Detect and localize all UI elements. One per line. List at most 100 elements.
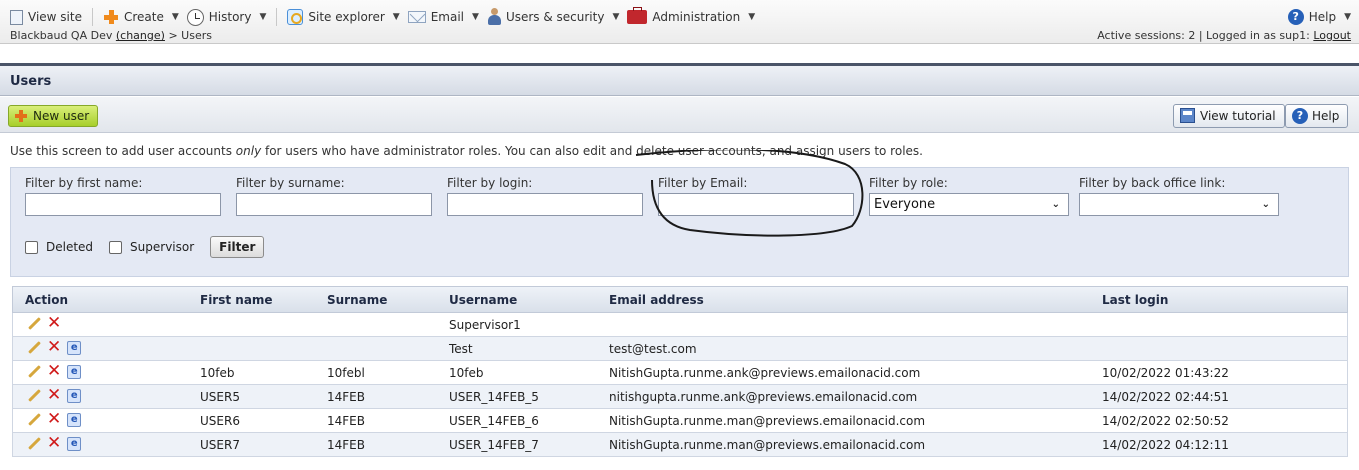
pencil-icon[interactable]: [27, 413, 41, 427]
cell-first-name: USER5: [200, 390, 240, 404]
row-actions: ✕ e: [27, 387, 82, 404]
cell-email: NitishGupta.runme.ank@previews.emailonac…: [609, 366, 921, 380]
administration-menu[interactable]: Administration ▼: [627, 7, 763, 24]
cell-first-name: USER6: [200, 414, 240, 428]
delete-icon[interactable]: ✕: [47, 435, 61, 452]
view-tutorial-button[interactable]: View tutorial: [1173, 104, 1285, 128]
email-icon[interactable]: e: [67, 364, 82, 379]
toolbar-divider: [276, 8, 278, 26]
users-security-menu[interactable]: Users & security ▼: [487, 8, 627, 26]
filter-role: Filter by role: Everyone ⌄: [869, 176, 1069, 216]
create-menu[interactable]: Create ▼: [103, 9, 187, 25]
header-first-name[interactable]: First name: [200, 293, 273, 307]
email-icon[interactable]: e: [67, 436, 82, 451]
view-tutorial-label[interactable]: View tutorial: [1200, 109, 1276, 123]
chevron-down-icon: ⌄: [1261, 199, 1270, 210]
login-input[interactable]: [447, 193, 643, 216]
breadcrumb-page: Users: [181, 29, 212, 42]
new-user-button[interactable]: New user: [8, 105, 99, 127]
cell-first-name: USER7: [200, 438, 240, 452]
view-site-button[interactable]: View site: [10, 9, 90, 25]
first-name-input[interactable]: [25, 193, 221, 216]
question-icon: ?: [1292, 108, 1308, 124]
delete-icon[interactable]: ✕: [47, 387, 61, 404]
pencil-icon[interactable]: [27, 341, 41, 355]
caret-down-icon: ▼: [748, 12, 756, 22]
table-row: ✕ e USER7 14FEB USER_14FEB_7 NitishGupta.runm…: [12, 433, 1348, 457]
users-security-label: Users & security: [505, 10, 605, 24]
pencil-icon[interactable]: [27, 437, 41, 451]
cell-username: 10feb: [449, 366, 484, 380]
cell-surname: 10febl: [327, 366, 365, 380]
header-username[interactable]: Username: [449, 293, 517, 307]
role-select-value: Everyone: [874, 197, 936, 212]
header-email[interactable]: Email address: [609, 293, 704, 307]
email-input[interactable]: [658, 193, 854, 216]
table-row: ✕ Supervisor1: [12, 313, 1348, 337]
view-site-label: View site: [28, 10, 82, 24]
page-title-bar: Users: [0, 63, 1359, 96]
email-icon[interactable]: e: [67, 412, 82, 427]
intro-before: Use this screen to add user accounts: [10, 144, 236, 158]
cell-email: test@test.com: [609, 342, 697, 356]
filter-backoffice: Filter by back office link: ⌄: [1079, 176, 1279, 216]
cell-surname: 14FEB: [327, 414, 365, 428]
supervisor-label: Supervisor: [130, 240, 195, 254]
filter-button[interactable]: Filter: [210, 236, 265, 258]
help-button[interactable]: ? Help: [1285, 104, 1349, 128]
pencil-icon[interactable]: [27, 317, 41, 331]
user-icon: [487, 8, 501, 26]
backoffice-select[interactable]: ⌄: [1079, 193, 1279, 216]
filter-email-label: Filter by Email:: [658, 176, 748, 190]
history-label: History: [208, 10, 252, 24]
delete-icon[interactable]: ✕: [47, 363, 61, 380]
toolbar-menu: View site Create ▼ History ▼ Site explor…: [10, 6, 763, 28]
pencil-icon[interactable]: [27, 389, 41, 403]
envelope-icon: [407, 11, 426, 23]
page-title: Users: [10, 74, 52, 89]
table-row: ✕ e Test test@test.com: [12, 337, 1348, 361]
new-user-label: New user: [33, 109, 90, 123]
delete-icon[interactable]: ✕: [47, 315, 61, 332]
create-label: Create: [123, 10, 164, 24]
cell-first-name: 10feb: [200, 366, 235, 380]
help-menu[interactable]: ? Help ▼: [1287, 9, 1351, 25]
cell-last-login: 10/02/2022 01:43:22: [1102, 366, 1229, 380]
filter-options-row: Deleted Supervisor Filter: [25, 236, 265, 258]
role-select[interactable]: Everyone ⌄: [869, 193, 1069, 216]
supervisor-checkbox[interactable]: [109, 240, 123, 254]
filter-backoffice-label: Filter by back office link:: [1079, 176, 1226, 190]
filter-role-label: Filter by role:: [869, 176, 948, 190]
email-icon[interactable]: e: [67, 340, 82, 355]
header-last-login[interactable]: Last login: [1102, 293, 1168, 307]
header-action[interactable]: Action: [25, 293, 68, 307]
surname-input[interactable]: [236, 193, 432, 216]
logout-link[interactable]: Logout: [1313, 29, 1351, 42]
toolbox-icon: [627, 7, 648, 24]
email-label: Email: [430, 10, 465, 24]
table-header: Action First name Surname Username Email…: [12, 286, 1348, 313]
change-site-link[interactable]: (change): [116, 29, 165, 42]
email-icon[interactable]: e: [67, 388, 82, 403]
history-menu[interactable]: History ▼: [186, 8, 275, 26]
action-bar: New user View tutorial ? Help: [0, 97, 1359, 133]
intro-after: for users who have administrator roles. …: [261, 144, 923, 158]
row-actions: ✕ e: [27, 339, 82, 356]
delete-icon[interactable]: ✕: [47, 411, 61, 428]
row-actions: ✕ e: [27, 411, 82, 428]
filter-login-label: Filter by login:: [447, 176, 533, 190]
site-explorer-menu[interactable]: Site explorer ▼: [287, 9, 407, 25]
filter-panel: Filter by first name: Filter by surname:…: [10, 167, 1349, 277]
header-surname[interactable]: Surname: [327, 293, 387, 307]
plus-icon: [103, 9, 119, 25]
email-menu[interactable]: Email ▼: [407, 10, 487, 24]
help-label: Help: [1308, 10, 1337, 24]
delete-icon[interactable]: ✕: [47, 339, 61, 356]
table-row: ✕ e USER5 14FEB USER_14FEB_5 nitishgupta.runm…: [12, 385, 1348, 409]
table-row: ✕ e USER6 14FEB USER_14FEB_6 NitishGupta.runm…: [12, 409, 1348, 433]
filter-email: Filter by Email:: [658, 176, 854, 216]
breadcrumb-separator: >: [164, 29, 182, 42]
deleted-checkbox[interactable]: [25, 240, 38, 254]
page-icon: [10, 9, 23, 25]
pencil-icon[interactable]: [27, 365, 41, 379]
